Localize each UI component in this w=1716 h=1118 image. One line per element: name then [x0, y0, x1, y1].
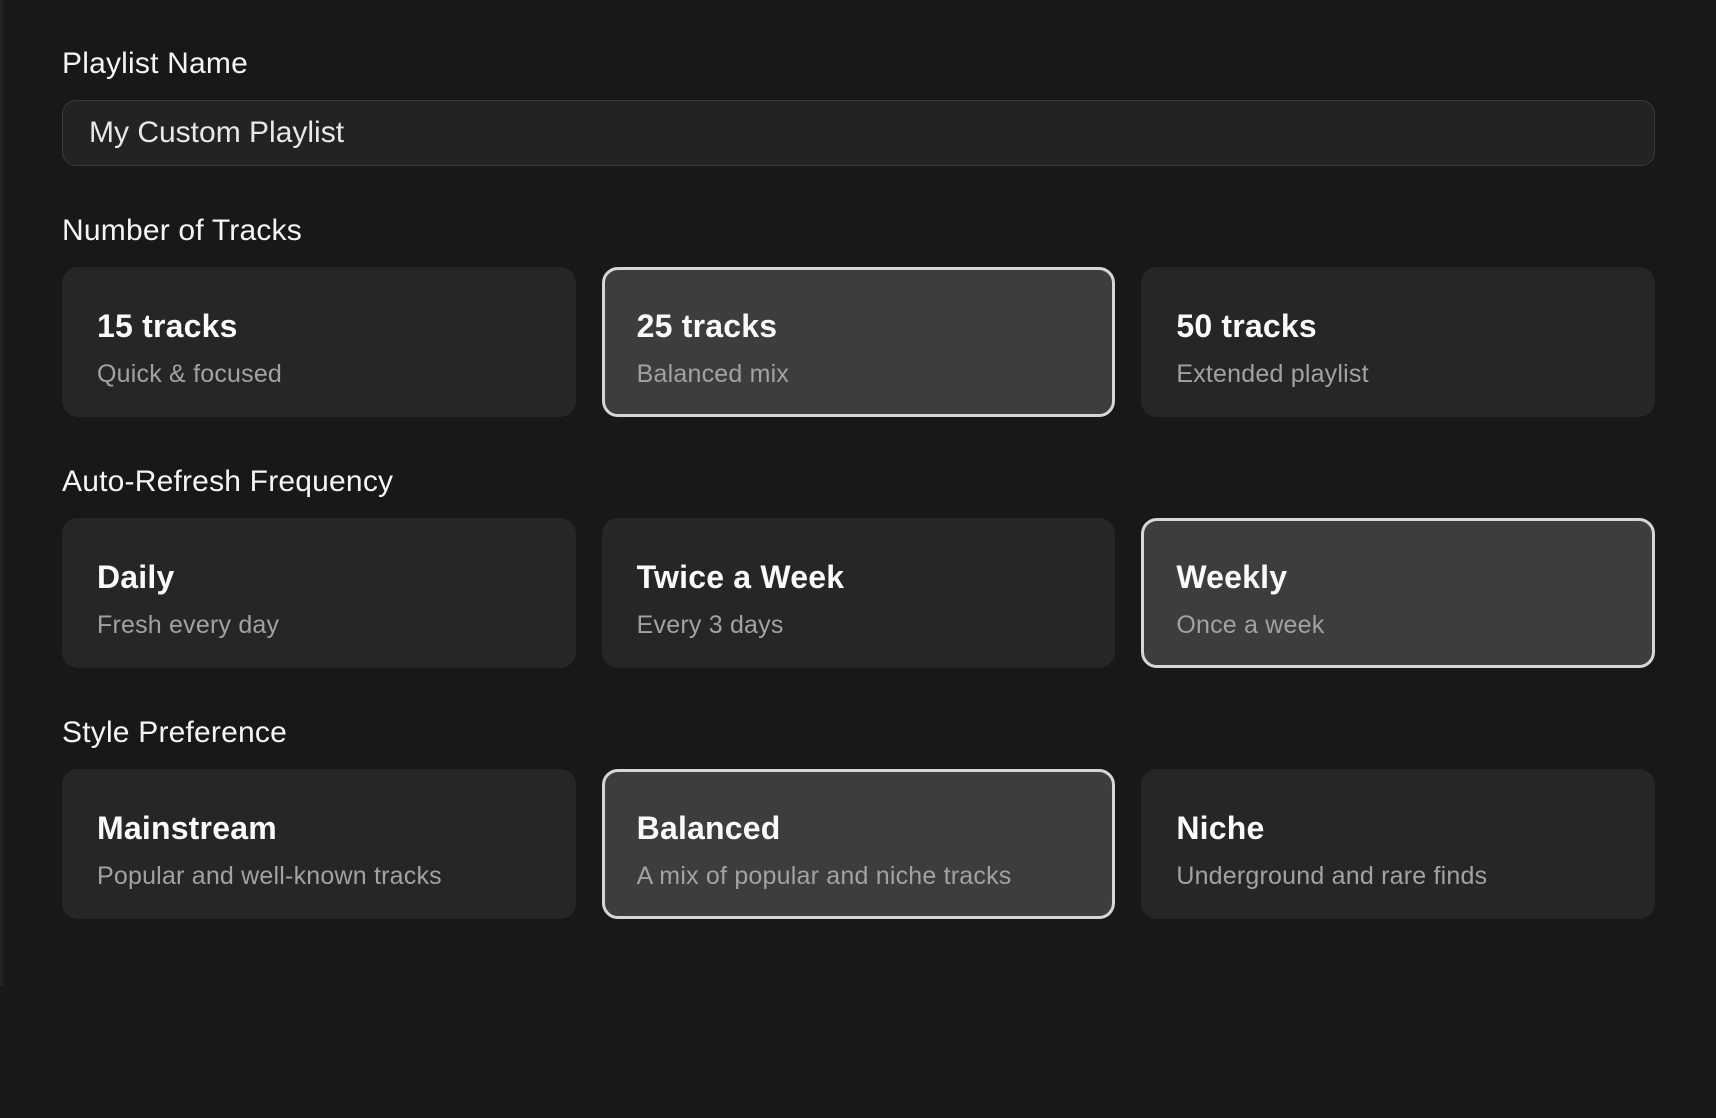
option-balanced[interactable]: Balanced A mix of popular and niche trac… — [602, 769, 1116, 919]
style-preference-options: Mainstream Popular and well-known tracks… — [62, 769, 1655, 919]
auto-refresh-frequency-label: Auto-Refresh Frequency — [62, 465, 1655, 498]
option-title: 15 tracks — [97, 308, 541, 345]
option-title: Niche — [1176, 810, 1620, 847]
option-subtitle: Underground and rare finds — [1176, 862, 1620, 891]
playlist-settings-form: Playlist Name Number of Tracks 15 tracks… — [0, 0, 1716, 919]
number-of-tracks-label: Number of Tracks — [62, 214, 1655, 247]
auto-refresh-frequency-options: Daily Fresh every day Twice a Week Every… — [62, 518, 1655, 668]
section-auto-refresh-frequency: Auto-Refresh Frequency Daily Fresh every… — [62, 465, 1655, 668]
option-subtitle: Once a week — [1176, 611, 1620, 640]
option-title: Weekly — [1176, 559, 1620, 596]
option-title: Daily — [97, 559, 541, 596]
number-of-tracks-options: 15 tracks Quick & focused 25 tracks Bala… — [62, 267, 1655, 417]
option-niche[interactable]: Niche Underground and rare finds — [1141, 769, 1655, 919]
option-subtitle: A mix of popular and niche tracks — [637, 862, 1081, 891]
playlist-name-input[interactable] — [62, 100, 1655, 166]
left-edge-highlight — [0, 0, 3, 986]
option-subtitle: Every 3 days — [637, 611, 1081, 640]
option-15-tracks[interactable]: 15 tracks Quick & focused — [62, 267, 576, 417]
option-subtitle: Balanced mix — [637, 360, 1081, 389]
section-number-of-tracks: Number of Tracks 15 tracks Quick & focus… — [62, 214, 1655, 417]
option-title: 50 tracks — [1176, 308, 1620, 345]
option-subtitle: Extended playlist — [1176, 360, 1620, 389]
option-daily[interactable]: Daily Fresh every day — [62, 518, 576, 668]
option-mainstream[interactable]: Mainstream Popular and well-known tracks — [62, 769, 576, 919]
option-subtitle: Quick & focused — [97, 360, 541, 389]
option-twice-a-week[interactable]: Twice a Week Every 3 days — [602, 518, 1116, 668]
playlist-name-label: Playlist Name — [62, 47, 1655, 80]
option-title: Balanced — [637, 810, 1081, 847]
option-title: Mainstream — [97, 810, 541, 847]
option-title: Twice a Week — [637, 559, 1081, 596]
option-25-tracks[interactable]: 25 tracks Balanced mix — [602, 267, 1116, 417]
style-preference-label: Style Preference — [62, 716, 1655, 749]
option-50-tracks[interactable]: 50 tracks Extended playlist — [1141, 267, 1655, 417]
option-subtitle: Fresh every day — [97, 611, 541, 640]
section-style-preference: Style Preference Mainstream Popular and … — [62, 716, 1655, 919]
option-title: 25 tracks — [637, 308, 1081, 345]
option-weekly[interactable]: Weekly Once a week — [1141, 518, 1655, 668]
option-subtitle: Popular and well-known tracks — [97, 862, 541, 891]
